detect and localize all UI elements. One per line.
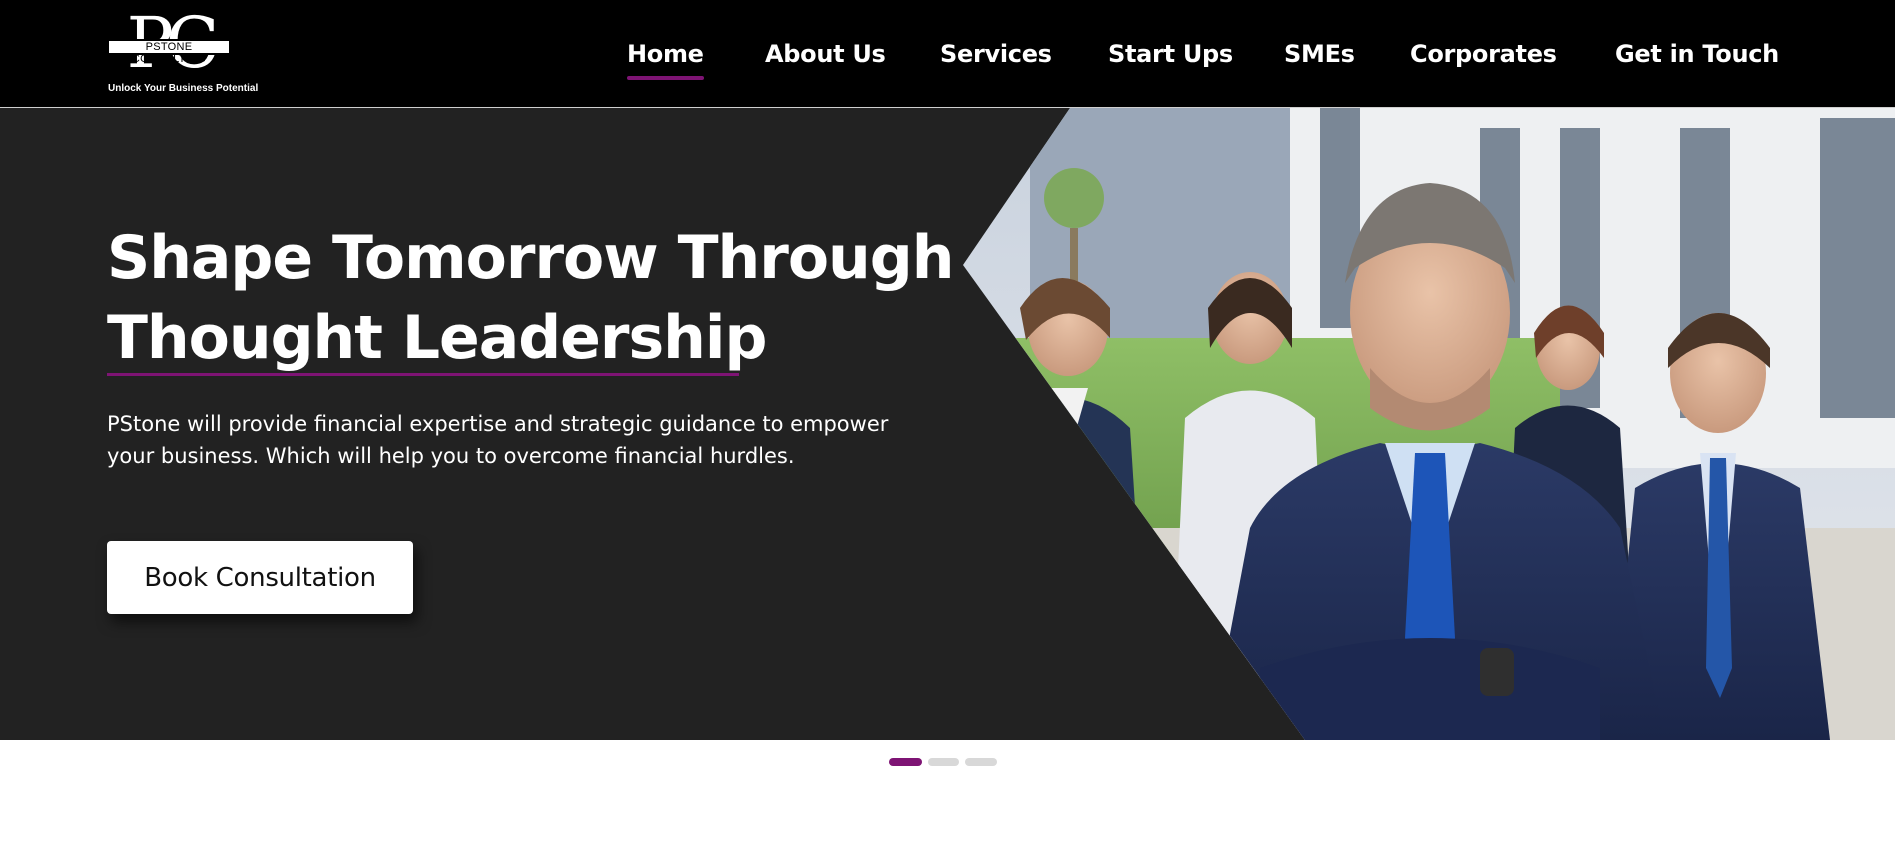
nav-item-get-in-touch[interactable]: Get in Touch (1615, 34, 1779, 74)
main-nav: Home About Us Services Start Ups SMEs Co… (0, 34, 1895, 80)
nav-item-start-ups[interactable]: Start Ups (1108, 34, 1233, 74)
nav-item-about-us[interactable]: About Us (765, 34, 886, 74)
title-underline (107, 373, 739, 376)
hero-description: PStone will provide financial expertise … (107, 408, 927, 472)
hero-description-line-2: your business. Which will help you to ov… (107, 444, 795, 468)
carousel-dot-1[interactable] (889, 758, 922, 766)
nav-item-services[interactable]: Services (940, 34, 1052, 74)
site-header: PC PSTONE CONSULTING Unlock Your Busines… (0, 0, 1895, 108)
book-consultation-button[interactable]: Book Consultation (107, 541, 413, 614)
nav-item-home[interactable]: Home (627, 34, 704, 80)
hero-title-line-2: Thought Leadership (107, 303, 767, 373)
hero-title-line-1: Shape Tomorrow Through (107, 223, 954, 293)
hero-description-line-1: PStone will provide financial expertise … (107, 412, 889, 436)
nav-item-smes[interactable]: SMEs (1284, 34, 1355, 74)
logo-tagline: Unlock Your Business Potential (108, 83, 259, 94)
hero-title: Shape Tomorrow Through Thought Leadershi… (107, 218, 1007, 378)
carousel-dot-3[interactable] (965, 758, 997, 766)
nav-item-corporates[interactable]: Corporates (1410, 34, 1557, 74)
carousel-dot-2[interactable] (928, 758, 959, 766)
hero-banner: Shape Tomorrow Through Thought Leadershi… (0, 108, 1895, 740)
